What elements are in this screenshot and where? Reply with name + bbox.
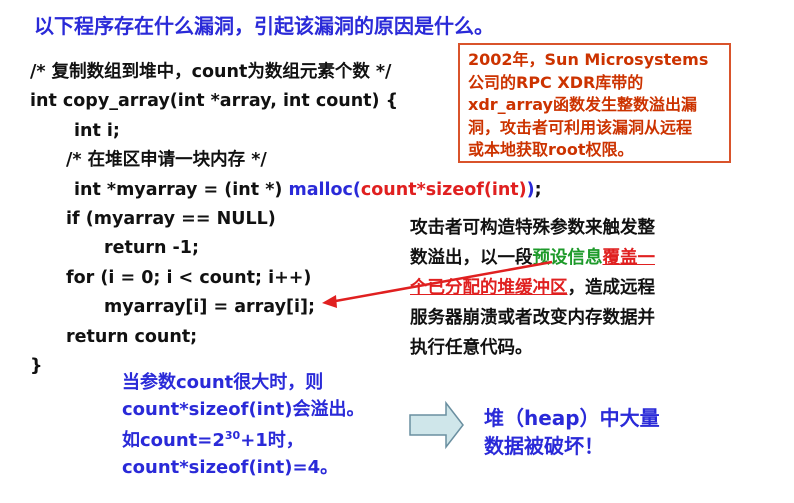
diagram-overlay — [322, 260, 553, 450]
right-block-arrow-icon — [409, 400, 464, 450]
pointer-arrow-icon — [322, 260, 553, 308]
